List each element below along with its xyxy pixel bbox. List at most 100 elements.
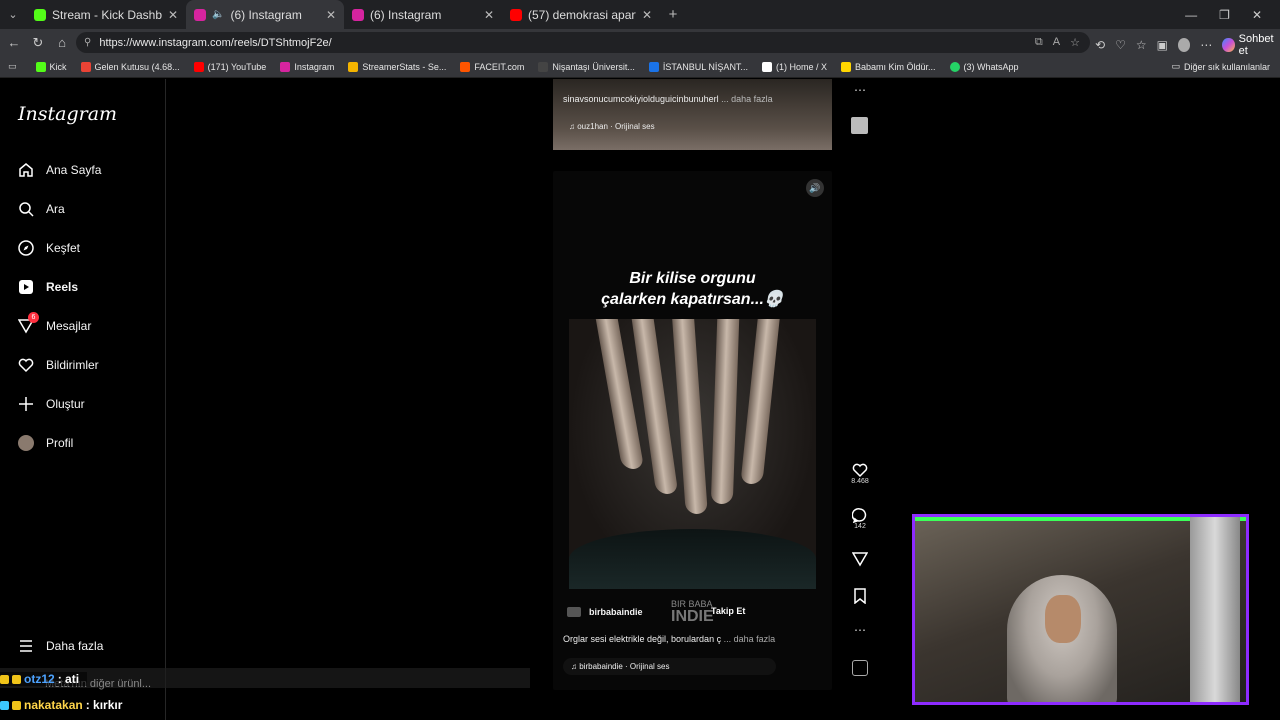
reel-overlay-title: Bir kilise orgunu çalarken kapatırsan...…	[553, 268, 832, 310]
comment-count: 142	[854, 523, 866, 530]
share-button[interactable]	[849, 551, 871, 567]
prev-reel-audio[interactable]: ♫ ouz1han · Orijinal ses	[569, 122, 655, 131]
home-icon[interactable]: ⌂	[50, 35, 74, 50]
minimize-icon[interactable]: —	[1185, 8, 1197, 22]
chat-badge-icon	[12, 700, 21, 710]
close-icon[interactable]: ✕	[326, 8, 336, 22]
volume-icon[interactable]: 🔊	[806, 179, 824, 197]
favorite-star-icon[interactable]: ☆	[1070, 36, 1080, 49]
browser-essentials-icon[interactable]: ♡	[1115, 38, 1126, 52]
bookmark-label: Nişantaşı Üniversit...	[552, 61, 635, 72]
bookmark-streamerstats[interactable]: StreamerStats - Se...	[341, 61, 453, 72]
reel-video[interactable]: 🔊 Bir kilise orgunu çalarken kapatırsan.…	[553, 171, 832, 690]
new-tab-icon[interactable]: +	[660, 0, 686, 29]
follow-button[interactable]: Takip Et	[705, 602, 751, 620]
nav-profile[interactable]: Profil	[18, 435, 73, 451]
bookmark-gmail[interactable]: Gelen Kutusu (4.68...	[74, 61, 187, 72]
bookmark-youtube[interactable]: (171) YouTube	[187, 61, 274, 72]
copilot-chat-button[interactable]: Sohbet et	[1222, 33, 1280, 57]
tab-kick-dashboard[interactable]: Stream - Kick Dashboard ✕	[26, 0, 186, 29]
reel-audio[interactable]: ♫ birbabaindie · Orijinal ses	[563, 658, 776, 675]
nav-more[interactable]: Daha fazla	[18, 638, 103, 654]
bookmark-babami[interactable]: Babamı Kim Öldür...	[834, 61, 943, 72]
site-info-icon[interactable]: ⚲	[84, 37, 91, 48]
hamburger-icon	[18, 638, 34, 654]
bookmark-faceit[interactable]: FACEIT.com	[453, 61, 531, 72]
bookmark-istanbul-nisantasi[interactable]: İSTANBUL NİŞANT...	[642, 61, 755, 72]
nav-explore[interactable]: Keşfet	[18, 240, 80, 256]
more-options-icon[interactable]: ⋯	[849, 83, 871, 97]
nav-label: Mesajlar	[46, 319, 92, 333]
nav-label: Daha fazla	[46, 639, 104, 653]
instagram-sidebar: Instagram Ana Sayfa Ara Keşfet Reels 6 M…	[0, 79, 166, 720]
more-link[interactable]: ... daha fazla	[721, 94, 773, 104]
bookmark-site-icon	[840, 61, 851, 72]
university-icon	[648, 61, 659, 72]
author-avatar	[567, 607, 581, 617]
chat-username: nakatakan	[24, 698, 83, 712]
open-in-app-icon[interactable]: ⧉	[1035, 36, 1043, 49]
bookmark-kick[interactable]: Kick	[29, 61, 74, 72]
bookmark-label: (171) YouTube	[207, 61, 267, 72]
url-field[interactable]: ⚲ https://www.instagram.com/reels/DTShtm…	[76, 32, 1090, 53]
nav-create[interactable]: Oluştur	[18, 396, 85, 412]
bookmark-x[interactable]: (1) Home / X	[755, 61, 834, 72]
read-aloud-icon[interactable]: A	[1053, 36, 1060, 49]
tab-list-icon[interactable]: ⌄	[0, 0, 26, 29]
nav-home[interactable]: Ana Sayfa	[18, 162, 101, 178]
reels-icon	[18, 279, 34, 295]
prev-audio-thumbnail[interactable]	[851, 117, 868, 134]
close-icon[interactable]: ✕	[484, 8, 494, 22]
reel-more-icon[interactable]: ⋯	[849, 623, 871, 637]
audio-label: ouz1han · Orijinal ses	[577, 122, 655, 131]
caption-text: Orglar sesi elektrikle değil, borulardan…	[563, 634, 722, 644]
chat-text: : ati	[57, 672, 80, 686]
title-line: Bir kilise orgunu	[629, 270, 756, 287]
muted-speaker-icon[interactable]: 🔈	[212, 9, 224, 20]
profile-avatar[interactable]	[1177, 38, 1191, 52]
tab-instagram-active[interactable]: 🔈 (6) Instagram ✕	[186, 0, 344, 29]
copilot-icon	[1222, 38, 1235, 52]
tab-instagram[interactable]: (6) Instagram ✕	[344, 0, 502, 29]
bookmark-instagram[interactable]: Instagram	[273, 61, 341, 72]
settings-more-icon[interactable]: ⋯	[1200, 38, 1212, 52]
back-icon[interactable]: ←	[2, 35, 26, 50]
collections-icon[interactable]: ▣	[1157, 38, 1168, 52]
maximize-icon[interactable]: ❐	[1219, 8, 1230, 22]
faceit-icon	[460, 61, 471, 72]
audio-thumbnail[interactable]	[852, 660, 868, 676]
bookmark-icon	[849, 588, 871, 604]
youtube-icon	[193, 61, 204, 72]
youtube-icon	[510, 8, 522, 21]
comment-button[interactable]: 142	[849, 507, 871, 530]
extensions-icon[interactable]: ⟲	[1095, 38, 1105, 52]
bookmark-whatsapp[interactable]: (3) WhatsApp	[943, 61, 1026, 72]
favorites-icon[interactable]: ☆	[1136, 38, 1147, 52]
organ-pipes-image	[569, 319, 816, 589]
instagram-icon	[352, 8, 364, 21]
nav-search[interactable]: Ara	[18, 201, 65, 217]
close-icon[interactable]: ✕	[168, 8, 178, 22]
reel-author[interactable]: birbabaindie	[567, 607, 643, 617]
like-button[interactable]: 8.468	[849, 462, 871, 485]
save-button[interactable]	[849, 588, 871, 604]
nav-reels[interactable]: Reels	[18, 279, 78, 295]
reload-icon[interactable]: ↻	[26, 35, 50, 51]
nav-label: Bildirimler	[46, 358, 99, 372]
instagram-logo[interactable]: Instagram	[18, 103, 117, 125]
other-bookmarks[interactable]: ▭ Diğer sık kullanılanlar	[1171, 61, 1280, 72]
webcam-overlay	[912, 514, 1249, 705]
nav-label: Oluştur	[46, 397, 85, 411]
more-link[interactable]: ... daha fazla	[724, 634, 776, 644]
reading-list-icon[interactable]: ▭	[8, 61, 17, 72]
previous-reel[interactable]: sinavsonucumcokiyiolduguicinbunuherl ...…	[553, 79, 832, 150]
tab-youtube[interactable]: (57) demokrasi apartmanı - YouTube ✕	[502, 0, 660, 29]
heart-icon	[849, 462, 871, 478]
tab-title: (6) Instagram	[370, 7, 442, 22]
nav-messages[interactable]: 6 Mesajlar	[18, 312, 92, 334]
close-icon[interactable]: ✕	[642, 8, 652, 22]
close-window-icon[interactable]: ✕	[1252, 8, 1262, 22]
bookmark-label: Babamı Kim Öldür...	[854, 61, 936, 72]
nav-notifications[interactable]: Bildirimler	[18, 357, 99, 373]
bookmark-nisantasi[interactable]: Nişantaşı Üniversit...	[531, 61, 642, 72]
